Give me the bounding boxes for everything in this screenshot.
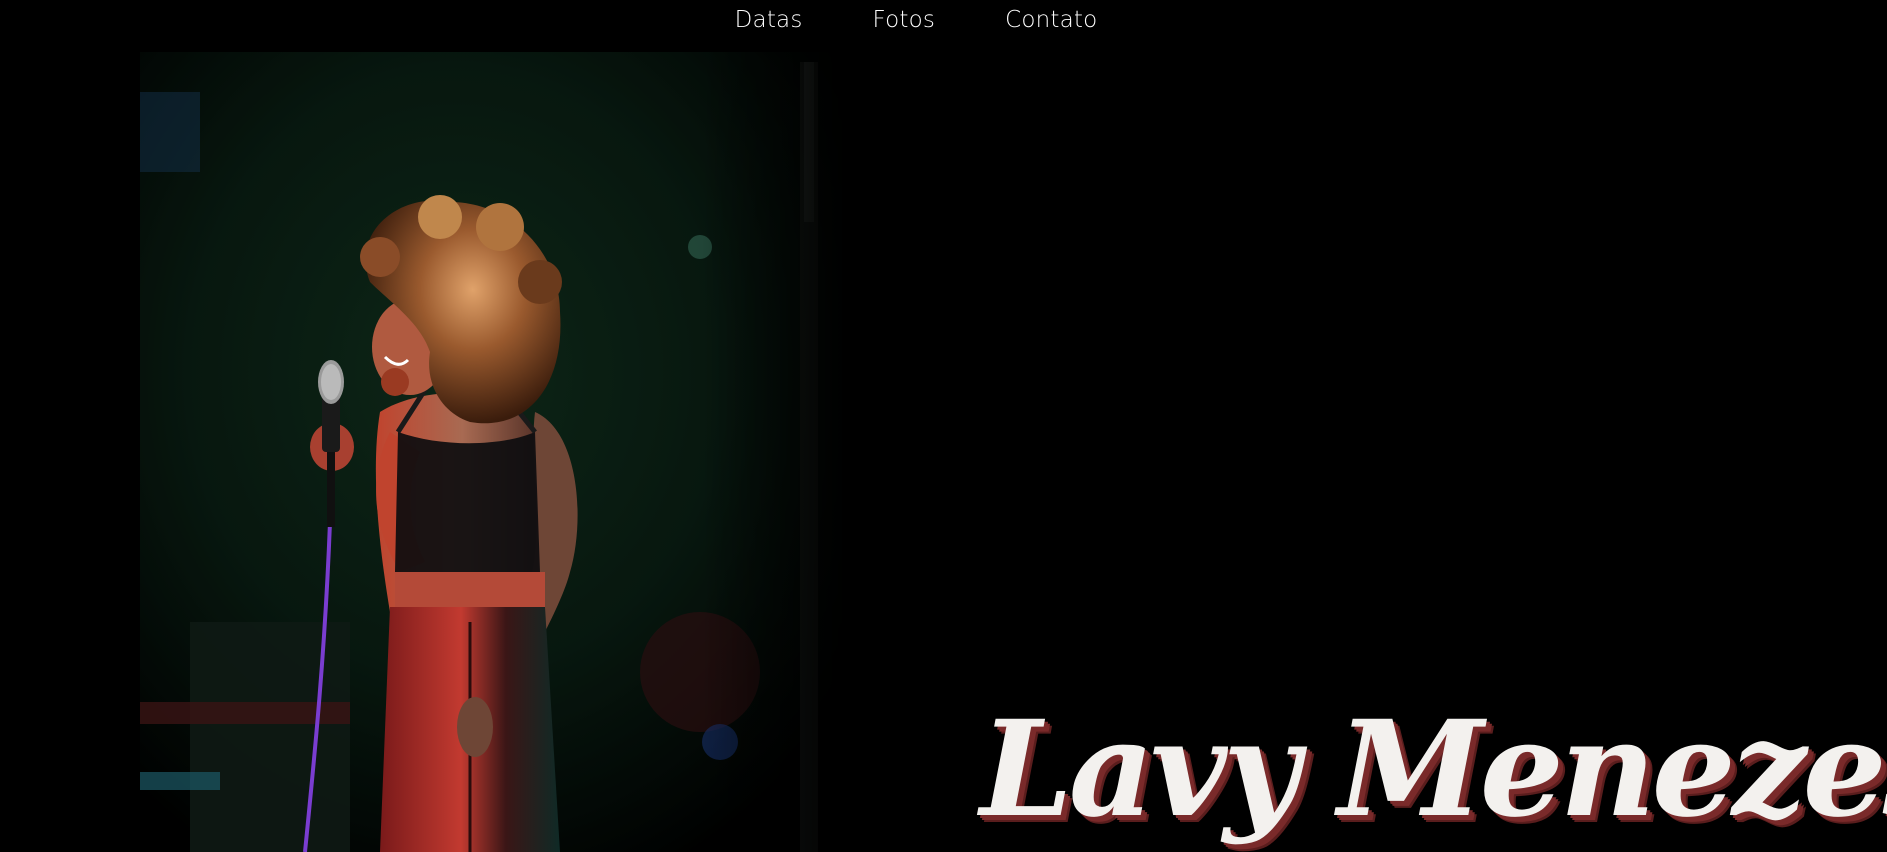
nav-links: Datas Fotos Contato (735, 7, 1098, 33)
top-navigation: Datas Fotos Contato (0, 0, 1887, 40)
nav-link-contato[interactable]: Contato (1005, 7, 1097, 33)
nav-link-datas[interactable]: Datas (735, 7, 803, 33)
artist-name-text: Lavy Menezes (980, 692, 1887, 847)
stage-photo-illustration (140, 52, 842, 852)
hero-photo-singer (140, 52, 842, 852)
artist-name-title: Lavy Menezes (980, 690, 1887, 850)
nav-link-fotos[interactable]: Fotos (873, 7, 936, 33)
